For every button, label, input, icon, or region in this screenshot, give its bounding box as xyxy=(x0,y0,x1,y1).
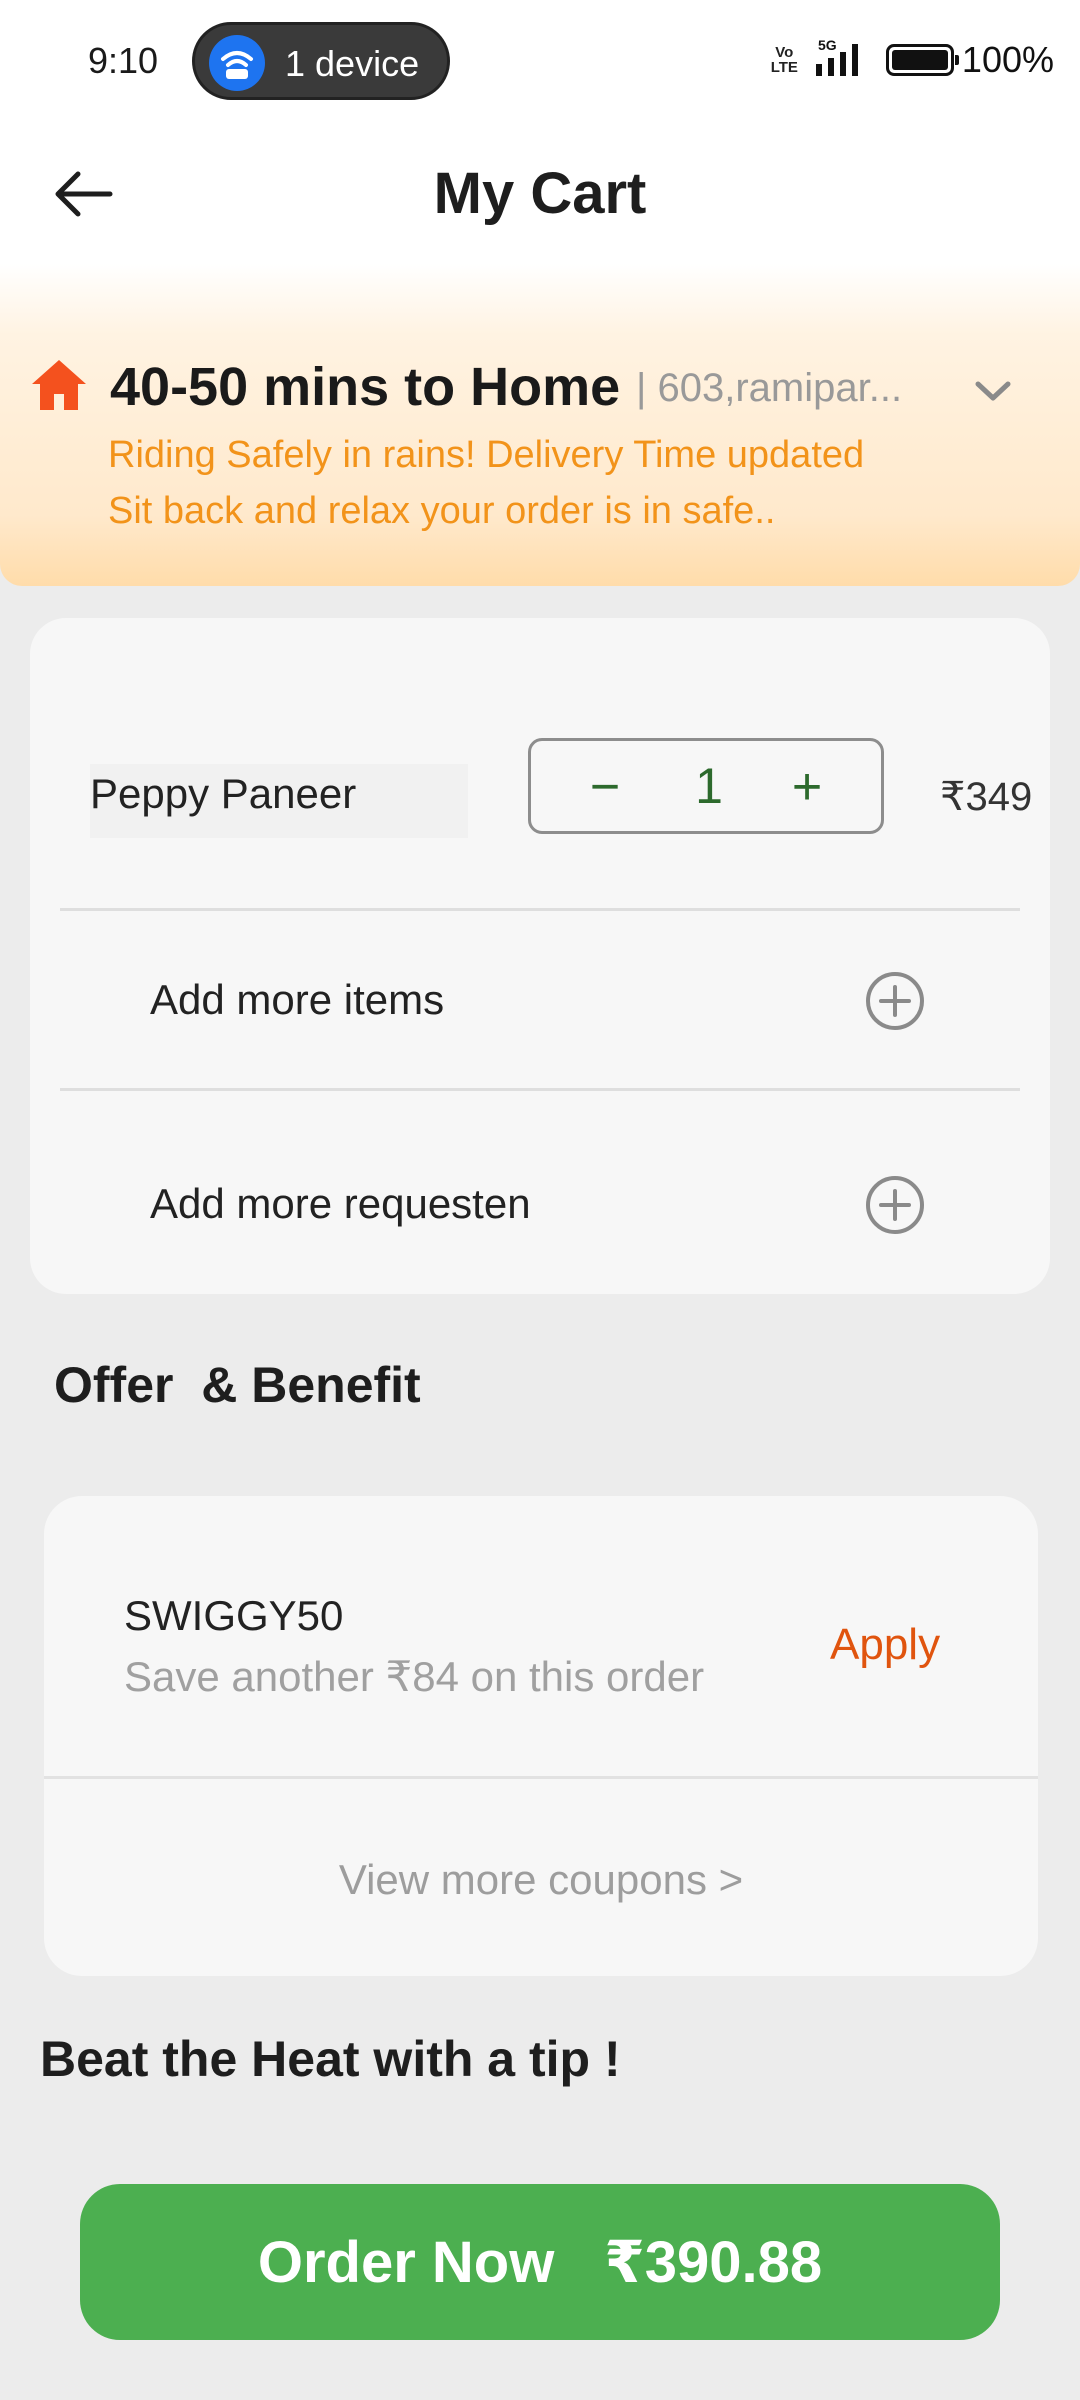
quantity-stepper: − 1 + xyxy=(528,738,884,834)
divider xyxy=(60,908,1020,911)
delivery-message-line2: Sit back and relax your order is in safe… xyxy=(108,490,776,532)
cart-item-price: ₹349 xyxy=(940,775,1033,819)
order-now-label: Order Now xyxy=(257,2229,555,2295)
hotspot-label: 1 device xyxy=(285,43,420,84)
status-time: 9:10 xyxy=(88,40,159,81)
add-more-requests-button[interactable] xyxy=(864,1174,926,1236)
add-more-items-button[interactable] xyxy=(864,970,926,1032)
coupon-code: SWIGGY50 xyxy=(124,1592,344,1639)
status-icons: Vo LTE 5G 100% xyxy=(771,36,1054,84)
volte-label: Vo LTE xyxy=(771,45,798,75)
order-total: ₹390.88 xyxy=(604,2230,823,2295)
network-type-label: 5G xyxy=(818,38,837,53)
add-circle-icon xyxy=(866,1176,924,1234)
hotspot-indicator[interactable]: 1 device xyxy=(192,22,450,100)
battery-percent: 100% xyxy=(961,39,1054,80)
volte-label-top: Vo xyxy=(775,44,794,61)
tip-section-title: Beat the Heat with a tip ! xyxy=(40,2031,621,2087)
decrease-quantity-button[interactable]: − xyxy=(569,751,641,823)
order-now-button[interactable]: Order Now ₹390.88 xyxy=(80,2184,1000,2340)
add-more-items-label[interactable]: Add more items xyxy=(150,976,444,1024)
chevron-down-icon xyxy=(975,381,1011,401)
volte-label-bottom: LTE xyxy=(770,59,798,76)
divider xyxy=(60,1088,1020,1091)
address-dropdown-button[interactable] xyxy=(966,364,1020,418)
divider xyxy=(44,1776,1038,1779)
home-icon xyxy=(32,360,86,410)
delivery-eta: 40-50 mins to Home xyxy=(110,357,621,417)
add-more-requests-label[interactable]: Add more requesten xyxy=(150,1180,531,1228)
quantity-value: 1 xyxy=(695,758,723,814)
view-more-coupons-link[interactable]: View more coupons > xyxy=(44,1856,1038,1904)
coupon-description: Save another ₹84 on this order xyxy=(124,1653,705,1700)
delivery-message-line1: Riding Safely in rains! Delivery Time up… xyxy=(108,434,865,476)
cart-item-name: Peppy Paneer xyxy=(90,770,357,817)
app-header: My Cart xyxy=(0,124,1080,264)
offers-section-title: Offer & Benefit xyxy=(54,1357,421,1413)
page-title: My Cart xyxy=(433,161,647,226)
status-bar: 9:10 1 device Vo LTE 5G 100% xyxy=(0,0,1080,124)
delivery-address[interactable]: | 603,ramipar... xyxy=(636,366,936,411)
offer-card: SWIGGY50 Save another ₹84 on this order … xyxy=(44,1496,1038,1976)
apply-coupon-button[interactable]: Apply xyxy=(830,1620,940,1670)
wifi-hotspot-icon xyxy=(209,35,265,91)
delivery-banner: 40-50 mins to Home | 603,ramipar... Ridi… xyxy=(0,264,1080,586)
add-circle-icon xyxy=(866,972,924,1030)
cart-card: Peppy Paneer − 1 + ₹349 Add more items A… xyxy=(30,618,1050,1294)
signal-icon: 5G xyxy=(812,37,870,83)
increase-quantity-button[interactable]: + xyxy=(771,751,843,823)
battery-icon xyxy=(885,44,959,76)
